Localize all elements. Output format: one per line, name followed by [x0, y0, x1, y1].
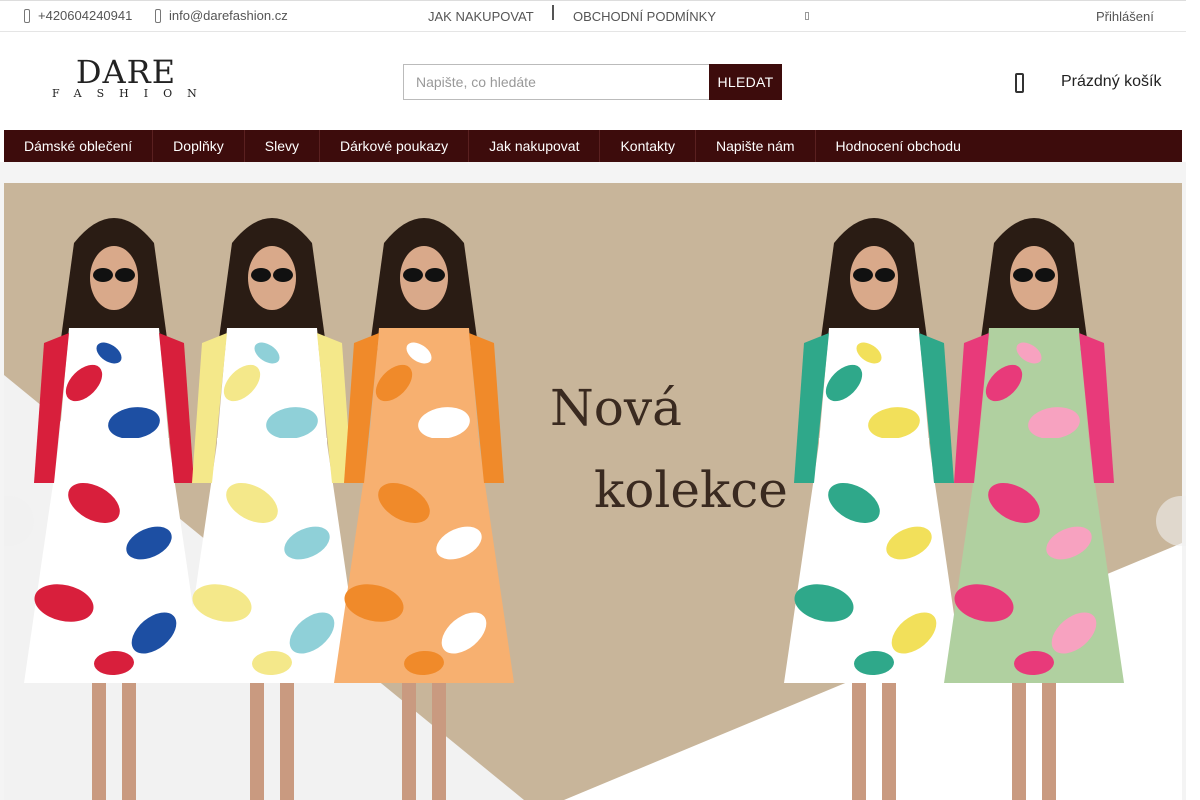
nav-darkove-poukazy[interactable]: Dárkové poukazy: [320, 130, 470, 162]
email-address[interactable]: info@darefashion.cz: [169, 8, 288, 23]
link-jak-nakupovat[interactable]: JAK NAKUPOVAT: [428, 9, 534, 24]
cart-icon[interactable]: [1015, 73, 1024, 93]
email-contact[interactable]: info@darefashion.cz: [155, 8, 288, 23]
nav-slevy[interactable]: Slevy: [245, 130, 320, 162]
model-figure: [334, 218, 514, 800]
model-figure: [944, 218, 1124, 800]
phone-number[interactable]: +420604240941: [38, 8, 132, 23]
mail-icon: [155, 8, 161, 23]
model-figure: [24, 218, 204, 800]
hero-models: [24, 218, 1124, 800]
model-figure: [784, 218, 964, 800]
nav-hodnoceni-obchodu[interactable]: Hodnocení obchodu: [816, 130, 981, 162]
nav-napiste-nam[interactable]: Napište nám: [696, 130, 816, 162]
top-bar: +420604240941 info@darefashion.cz JAK NA…: [0, 0, 1186, 32]
phone-icon: [24, 8, 30, 23]
nav-doplnky[interactable]: Doplňky: [153, 130, 245, 162]
hero-banner[interactable]: Nová kolekce: [4, 183, 1182, 800]
search-button[interactable]: HLEDAT: [709, 64, 782, 100]
phone-contact[interactable]: +420604240941: [24, 8, 132, 23]
main-navigation: Dámské oblečení Doplňky Slevy Dárkové po…: [4, 130, 1182, 162]
cart-label[interactable]: Prázdný košík: [1061, 73, 1161, 91]
model-figure: [182, 218, 362, 800]
nav-damske-obleceni[interactable]: Dámské oblečení: [4, 130, 154, 162]
login-link[interactable]: Přihlášení: [1096, 9, 1154, 24]
link-obchodni-podminky[interactable]: OBCHODNÍ PODMÍNKY: [573, 9, 716, 24]
search-form: HLEDAT: [403, 64, 782, 100]
nav-jak-nakupovat[interactable]: Jak nakupovat: [469, 130, 601, 162]
divider: [552, 5, 554, 20]
more-icon[interactable]: [805, 12, 809, 20]
logo[interactable]: DARE FASHION: [46, 56, 206, 100]
logo-text: DARE: [75, 53, 177, 91]
search-input[interactable]: [403, 64, 709, 100]
logo-subtext: FASHION: [52, 87, 212, 100]
nav-kontakty[interactable]: Kontakty: [600, 130, 696, 162]
